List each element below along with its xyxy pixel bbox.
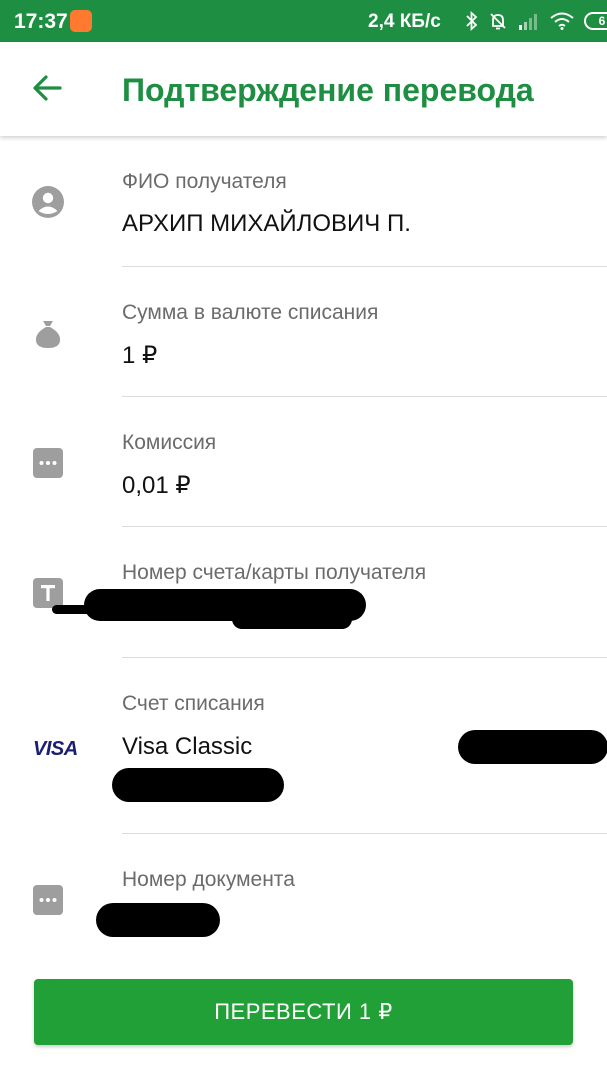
network-speed: 2,4 КБ/с: [368, 11, 441, 32]
person-icon: [32, 186, 64, 218]
app-bar: Подтверждение перевода: [0, 42, 607, 136]
amount-row: Сумма в валюте списания 1 ₽: [0, 267, 607, 397]
app-notification-icon: [70, 10, 92, 32]
recipient-label: ФИО получателя: [122, 170, 287, 193]
more-icon: [33, 885, 63, 915]
document-number-row: Номер документа: [0, 834, 607, 964]
commission-value: 0,01 ₽: [122, 472, 191, 499]
account-number-label: Номер счета/карты получателя: [122, 561, 427, 584]
commission-row: Комиссия 0,01 ₽: [0, 397, 607, 527]
visa-logo: VISA: [33, 738, 78, 760]
mute-icon: [490, 13, 506, 30]
transfer-button[interactable]: ПЕРЕВЕСТИ 1 ₽: [34, 979, 573, 1045]
signal-icon: [519, 14, 537, 30]
arrow-back-icon[interactable]: [30, 70, 66, 106]
redaction-mark: [458, 730, 607, 764]
transfer-details: ФИО получателя АРХИП МИХАЙЛОВИЧ П. Сумма…: [0, 136, 607, 964]
debit-account-label: Счет списания: [122, 692, 265, 715]
money-bag-icon: [35, 321, 61, 348]
commission-label: Комиссия: [122, 431, 217, 454]
status-time: 17:37: [14, 10, 68, 33]
amount-value: 1 ₽: [122, 342, 158, 369]
battery-level: 6: [598, 14, 606, 28]
page-title: Подтверждение перевода: [122, 72, 534, 108]
debit-account-value: Visa Classic: [122, 733, 253, 760]
recipient-row: ФИО получателя АРХИП МИХАЙЛОВИЧ П.: [0, 136, 607, 267]
wifi-icon: [550, 12, 574, 30]
recipient-value: АРХИП МИХАЙЛОВИЧ П.: [122, 210, 411, 237]
document-number-label: Номер документа: [122, 868, 295, 891]
battery-icon: 6: [584, 12, 607, 30]
redaction-mark: [232, 609, 352, 629]
bluetooth-icon: [466, 11, 478, 31]
redaction-mark: [96, 903, 220, 937]
more-icon: [33, 448, 63, 478]
debit-account-row[interactable]: VISA Счет списания Visa Classic: [0, 658, 607, 834]
amount-label: Сумма в валюте списания: [122, 301, 379, 324]
status-icons: 6: [466, 9, 607, 33]
redaction-mark: [112, 768, 284, 802]
account-number-row: Номер счета/карты получателя: [0, 527, 607, 658]
bottom-action-area: ПЕРЕВЕСТИ 1 ₽: [0, 958, 607, 1080]
status-bar: 17:37 2,4 КБ/с 6: [0, 0, 607, 42]
